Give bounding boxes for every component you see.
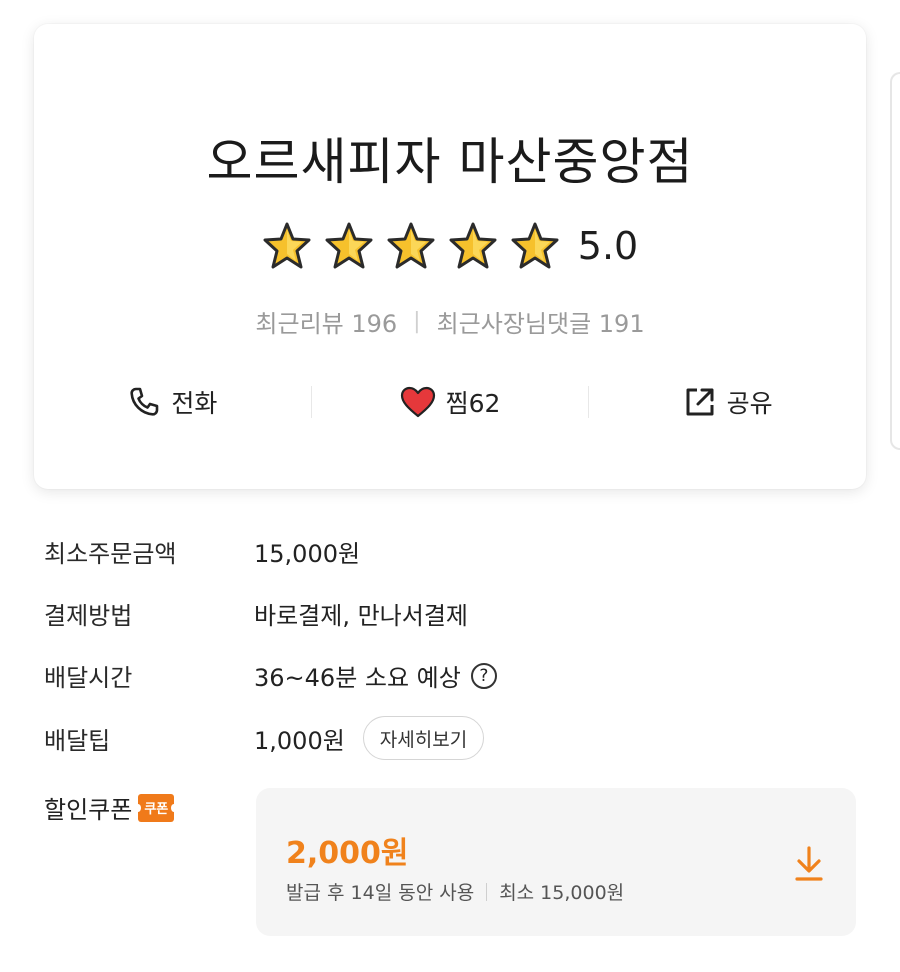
delivery-time-value: 36~46분 소요 예상: [254, 664, 461, 692]
payment-label: 결제방법: [44, 602, 133, 630]
delivery-tip-detail-button[interactable]: 자세히보기: [362, 716, 485, 760]
star-icon: [510, 222, 560, 270]
rating-stars: [262, 222, 560, 270]
coupon-badge: 쿠폰: [135, 793, 178, 822]
phone-icon: [130, 387, 159, 416]
rating-row: 5.0: [34, 222, 866, 270]
call-label: 전화: [171, 389, 218, 418]
payment-row: 결제방법 바로결제, 만나서결제: [44, 596, 468, 631]
delivery-tip-value: 1,000원: [254, 726, 345, 755]
download-button[interactable]: [792, 844, 826, 888]
coupon-terms: 발급 후 14일 동안 사용 최소 15,000원: [286, 878, 624, 905]
star-icon: [262, 222, 312, 270]
delivery-time-row: 배달시간 36~46분 소요 예상 ?: [44, 658, 497, 693]
delivery-tip-row: 배달팁 1,000원 자세히보기: [44, 716, 485, 760]
review-separator: |: [413, 309, 421, 334]
like-count: 찜62: [445, 389, 501, 418]
min-order-row: 최소주문금액 15,000원: [44, 534, 360, 569]
share-button[interactable]: 공유: [589, 384, 866, 420]
share-icon: [686, 388, 714, 416]
like-button[interactable]: 찜62: [312, 384, 589, 420]
action-bar: 전화 찜62 공유: [34, 380, 866, 424]
coupon-label: 할인쿠폰: [44, 796, 133, 824]
coupon-row: 할인쿠폰 쿠폰: [44, 790, 178, 825]
heart-icon: [400, 386, 435, 418]
store-detail-page: 오르새피자 마산중앙점 5.0 최근리뷰 196 | 최근사장님댓글 191 전…: [0, 0, 900, 972]
min-order-label: 최소주문금액: [44, 540, 177, 568]
delivery-time-label: 배달시간: [44, 664, 133, 692]
payment-value: 바로결제, 만나서결제: [254, 602, 468, 630]
review-stats: 최근리뷰 196 | 최근사장님댓글 191: [34, 304, 866, 339]
coupon-validity: 발급 후 14일 동안 사용: [286, 882, 475, 904]
coupon-minimum: 최소 15,000원: [499, 882, 625, 904]
delivery-tip-label: 배달팁: [44, 726, 111, 755]
coupon-amount: 2,000원: [286, 836, 409, 871]
coupon-terms-divider: [486, 882, 488, 901]
owner-replies-link[interactable]: 최근사장님댓글 191: [437, 304, 645, 339]
download-icon: [795, 846, 823, 881]
rating-value: 5.0: [577, 224, 639, 268]
question-circle-icon[interactable]: ?: [470, 662, 497, 689]
star-icon: [324, 222, 374, 270]
next-card-edge: [890, 72, 900, 450]
share-label: 공유: [726, 389, 773, 418]
star-icon: [448, 222, 498, 270]
recent-reviews-link[interactable]: 최근리뷰 196: [255, 304, 397, 339]
min-order-value: 15,000원: [254, 540, 361, 568]
star-icon: [386, 222, 436, 270]
store-name: 오르새피자 마산중앙점: [206, 133, 694, 191]
call-button[interactable]: 전화: [34, 384, 311, 420]
coupon-card[interactable]: 2,000원 발급 후 14일 동안 사용 최소 15,000원: [256, 788, 856, 936]
